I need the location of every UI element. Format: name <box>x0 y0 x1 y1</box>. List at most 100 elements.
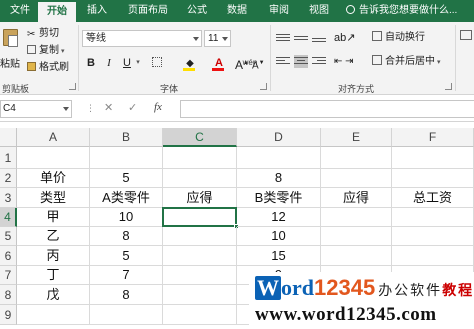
row-header-7[interactable]: 7 <box>0 266 17 285</box>
cell-c6[interactable] <box>163 246 237 266</box>
cell-e1[interactable] <box>321 147 392 169</box>
cell-a1[interactable] <box>17 147 90 169</box>
cell-d2[interactable]: 8 <box>237 169 321 188</box>
row-header-5[interactable]: 5 <box>0 227 17 246</box>
cell-c4[interactable] <box>162 207 237 227</box>
cell-a7[interactable]: 丁 <box>17 266 90 285</box>
row-header-4[interactable]: 4 <box>0 208 17 227</box>
tab-file[interactable]: 文件 <box>4 0 36 22</box>
row-header-2[interactable]: 2 <box>0 169 17 188</box>
enter-icon[interactable]: ✓ <box>128 101 137 114</box>
column-header-e[interactable]: E <box>321 128 392 147</box>
column-header-f[interactable]: F <box>392 128 474 147</box>
cell-a9[interactable] <box>17 305 90 325</box>
row-header-9[interactable]: 9 <box>0 305 17 325</box>
wrap-text-button[interactable]: 自动换行 <box>372 30 425 46</box>
indent-buttons[interactable]: ⇤ ⇥ <box>334 54 354 70</box>
align-bottom-button[interactable] <box>312 32 326 45</box>
format-painter-button[interactable]: 格式刷 <box>27 60 69 75</box>
cell-d6[interactable]: 15 <box>237 246 321 266</box>
cell-b5[interactable]: 8 <box>90 227 163 246</box>
row-header-6[interactable]: 6 <box>0 246 17 266</box>
borders-button[interactable] <box>150 55 164 71</box>
cell-f6[interactable] <box>392 246 474 266</box>
cell-f2[interactable] <box>392 169 474 188</box>
tell-me-box[interactable]: 告诉我您想要做什么... <box>346 0 457 22</box>
row-header-1[interactable]: 1 <box>0 147 17 169</box>
cell-a8[interactable]: 戊 <box>17 285 90 305</box>
italic-button[interactable]: I <box>102 55 116 71</box>
underline-button[interactable]: U <box>120 55 134 71</box>
row-header-3[interactable]: 3 <box>0 188 17 208</box>
font-color-button[interactable]: A <box>212 55 226 71</box>
align-right-button[interactable] <box>312 55 326 68</box>
cell-b9[interactable] <box>90 305 163 325</box>
cell-f1[interactable] <box>392 147 474 169</box>
number-format-button[interactable] <box>460 30 472 46</box>
cell-b8[interactable]: 8 <box>90 285 163 305</box>
fill-color-button[interactable]: ◆ <box>183 55 197 71</box>
cell-b2[interactable]: 5 <box>90 169 163 188</box>
bold-button[interactable]: B <box>84 55 98 71</box>
orientation-button[interactable]: ab↗ <box>334 30 355 46</box>
chevron-down-icon[interactable]: ▾ <box>134 55 142 71</box>
font-name-select[interactable]: 等线 <box>82 30 202 47</box>
cell-c9[interactable] <box>163 305 237 325</box>
tab-review[interactable]: 审阅 <box>262 0 296 22</box>
cell-c8[interactable] <box>163 285 237 305</box>
paste-button[interactable]: 粘贴 <box>0 25 22 71</box>
column-header-a[interactable]: A <box>17 128 90 147</box>
cell-c3[interactable]: 应得 <box>163 188 237 208</box>
align-left-button[interactable] <box>276 55 290 68</box>
clipboard-launcher-icon[interactable] <box>69 83 76 90</box>
cell-d4[interactable]: 12 <box>237 208 321 227</box>
insert-function-icon[interactable]: fx <box>154 101 162 113</box>
cell-e2[interactable] <box>321 169 392 188</box>
cell-d5[interactable]: 10 <box>237 227 321 246</box>
alignment-launcher-icon[interactable] <box>445 83 452 90</box>
merge-center-button[interactable]: 合并后居中 ▾ <box>372 54 441 70</box>
tab-page-layout[interactable]: 页面布局 <box>120 0 176 22</box>
cell-c5[interactable] <box>163 227 237 246</box>
cell-f4[interactable] <box>392 208 474 227</box>
name-box[interactable]: C4 <box>0 100 72 118</box>
cell-f5[interactable] <box>392 227 474 246</box>
cell-c7[interactable] <box>163 266 237 285</box>
cell-e3[interactable]: 应得 <box>321 188 392 208</box>
align-center-button[interactable] <box>294 55 308 68</box>
font-launcher-icon[interactable] <box>260 83 267 90</box>
align-top-button[interactable] <box>276 32 290 45</box>
cell-d1[interactable] <box>237 147 321 169</box>
column-header-d[interactable]: D <box>237 128 321 147</box>
phonetic-button[interactable]: wén <box>240 55 260 71</box>
cell-b3[interactable]: A类零件 <box>90 188 163 208</box>
tab-insert[interactable]: 插入 <box>80 0 114 22</box>
row-header-8[interactable]: 8 <box>0 285 17 305</box>
cancel-icon[interactable]: ✕ <box>104 101 113 114</box>
cell-c2[interactable] <box>163 169 237 188</box>
cell-a5[interactable]: 乙 <box>17 227 90 246</box>
cell-b7[interactable]: 7 <box>90 266 163 285</box>
tab-formulas[interactable]: 公式 <box>180 0 214 22</box>
cell-a6[interactable]: 丙 <box>17 246 90 266</box>
cell-a3[interactable]: 类型 <box>17 188 90 208</box>
tab-home[interactable]: 开始 <box>38 2 76 22</box>
cell-b4[interactable]: 10 <box>90 208 163 227</box>
tab-view[interactable]: 视图 <box>302 0 336 22</box>
cut-button[interactable]: ✂ 剪切 <box>27 26 59 41</box>
column-header-b[interactable]: B <box>90 128 163 147</box>
cell-a2[interactable]: 单价 <box>17 169 90 188</box>
formula-input[interactable] <box>180 100 474 118</box>
cell-b6[interactable]: 5 <box>90 246 163 266</box>
select-all-corner[interactable] <box>0 128 17 147</box>
cell-e6[interactable] <box>321 246 392 266</box>
font-size-select[interactable]: 11 <box>204 30 231 47</box>
cell-b1[interactable] <box>90 147 163 169</box>
align-middle-button[interactable] <box>294 32 308 45</box>
cell-c1[interactable] <box>163 147 237 169</box>
cell-d3[interactable]: B类零件 <box>237 188 321 208</box>
cell-a4[interactable]: 甲 <box>17 208 90 227</box>
cell-e5[interactable] <box>321 227 392 246</box>
copy-button[interactable]: 复制 ▾ <box>27 43 65 58</box>
cell-e4[interactable] <box>321 208 392 227</box>
